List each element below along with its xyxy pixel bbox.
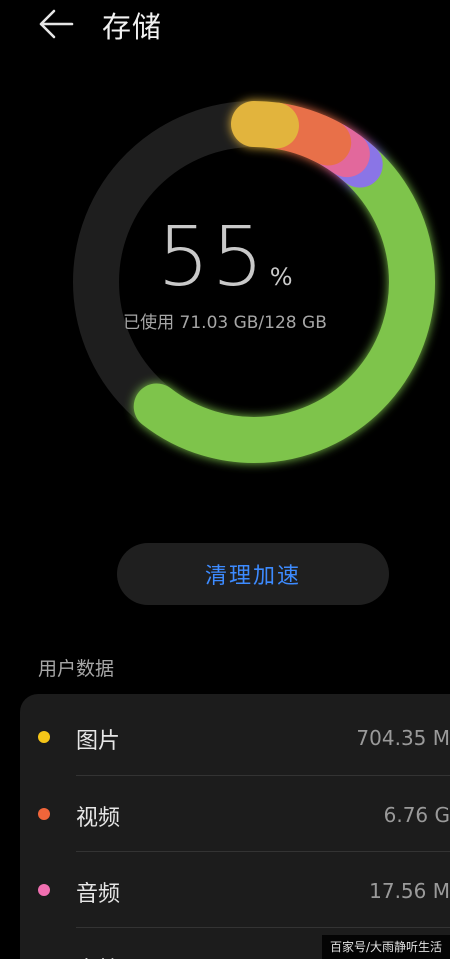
item-label: 视频 <box>76 806 121 831</box>
item-value: 704.35 M <box>356 726 450 750</box>
user-data-card: 图片 704.35 M 视频 6.76 G 音频 17.56 M 文档 <box>20 694 450 959</box>
item-value: 17.56 M <box>369 879 450 903</box>
item-label: 文档 <box>76 952 120 959</box>
list-item-audio[interactable]: 音频 17.56 M <box>20 852 450 928</box>
video-dot <box>38 808 50 820</box>
item-label: 音频 <box>76 882 121 907</box>
list-item-images[interactable]: 图片 704.35 M <box>20 699 450 775</box>
storage-ring: 55% 已使用 71.03 GB/128 GB <box>0 0 450 520</box>
list-item-video[interactable]: 视频 6.76 G <box>20 776 450 852</box>
storage-page: 存储 55% 已使用 71.03 GB/128 GB 清理加速 用户数据 图片 … <box>0 0 450 959</box>
images-dot <box>38 731 50 743</box>
percent-value: 55 <box>157 210 266 305</box>
watermark: 百家号/大雨静听生活 <box>321 935 450 959</box>
user-data-title: 用户数据 <box>38 658 115 680</box>
ring-segment-images <box>231 101 299 149</box>
item-value: 6.76 G <box>383 803 450 827</box>
item-label: 图片 <box>76 729 121 754</box>
clean-accelerate-button[interactable]: 清理加速 <box>117 543 389 605</box>
percent-sign: % <box>269 263 293 291</box>
usage-percent: 55% <box>0 210 450 305</box>
audio-dot <box>38 884 50 896</box>
used-capacity: 已使用 71.03 GB/128 GB <box>123 313 327 333</box>
clean-accelerate-label: 清理加速 <box>204 564 301 589</box>
